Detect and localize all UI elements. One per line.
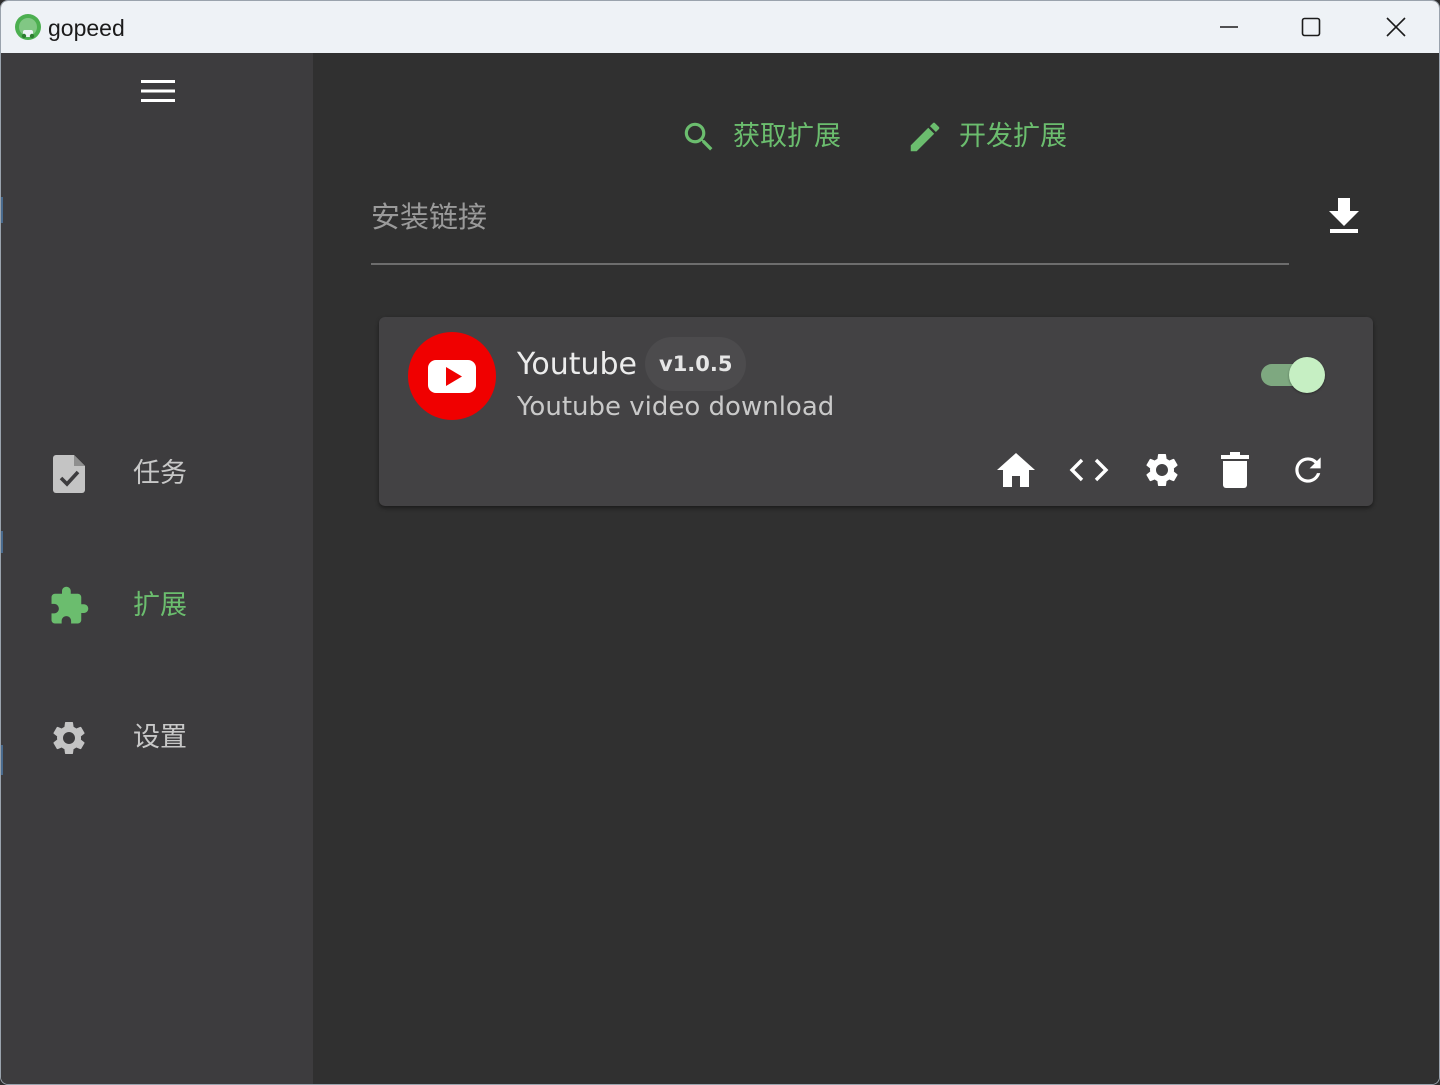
develop-extension-button[interactable]: 开发扩展	[905, 115, 1067, 159]
extension-description: Youtube video download	[517, 392, 835, 422]
extension-version-badge: v1.0.5	[645, 337, 747, 391]
extension-enable-toggle[interactable]	[1259, 355, 1327, 395]
install-link-underline	[371, 263, 1289, 265]
gear-icon	[47, 718, 91, 758]
extension-card: Youtube v1.0.5 Youtube video download	[379, 317, 1373, 506]
minimize-button[interactable]	[1188, 1, 1270, 53]
edge-mark	[1, 745, 3, 775]
close-icon	[1386, 17, 1406, 37]
menu-button[interactable]	[125, 71, 191, 111]
minimize-icon	[1220, 26, 1238, 28]
sidebar-item-task[interactable]: 任务	[29, 442, 289, 506]
extension-settings-button[interactable]	[1138, 447, 1186, 493]
app-title: gopeed	[48, 15, 125, 41]
gear-icon	[1146, 454, 1178, 486]
extension-refresh-button[interactable]	[1284, 447, 1332, 493]
maximize-icon	[1301, 17, 1321, 37]
app-window: gopeed 任务 扩展 设置 获取扩展 开发扩展 安装链接 Youtube v…	[0, 0, 1440, 1085]
sidebar: 任务 扩展 设置	[1, 53, 313, 1084]
title-bar: gopeed	[1, 1, 1439, 53]
pencil-icon	[905, 117, 945, 157]
trash-icon	[1221, 452, 1249, 488]
main-content: 获取扩展 开发扩展 安装链接 Youtube v1.0.5 Youtube vi…	[313, 53, 1439, 1084]
extension-home-button[interactable]	[992, 447, 1040, 493]
sidebar-item-label: 设置	[133, 722, 187, 753]
code-icon	[1069, 458, 1109, 482]
sidebar-item-label: 扩展	[133, 590, 187, 621]
extension-code-button[interactable]	[1065, 447, 1113, 493]
install-link-input[interactable]	[371, 189, 1289, 245]
maximize-button[interactable]	[1270, 1, 1352, 53]
search-icon	[679, 117, 719, 157]
hamburger-menu-icon	[141, 80, 175, 102]
puzzle-extension-icon	[47, 586, 91, 626]
sidebar-item-settings[interactable]: 设置	[29, 706, 289, 770]
get-extension-label: 获取扩展	[733, 121, 841, 152]
edge-mark	[1, 197, 3, 223]
install-link-field	[371, 181, 1289, 265]
edge-mark	[1, 531, 3, 553]
sidebar-item-extension[interactable]: 扩展	[29, 574, 289, 638]
home-icon	[997, 453, 1035, 487]
gopeed-logo-icon	[15, 14, 41, 40]
develop-extension-label: 开发扩展	[959, 121, 1067, 152]
toggle-thumb	[1289, 357, 1325, 393]
close-button[interactable]	[1355, 1, 1437, 53]
task-file-check-icon	[47, 454, 91, 494]
refresh-icon	[1295, 457, 1321, 483]
youtube-logo-icon	[408, 332, 496, 420]
extension-name: Youtube	[517, 347, 637, 382]
get-extension-button[interactable]: 获取扩展	[679, 115, 841, 159]
download-icon	[1329, 198, 1359, 233]
sidebar-item-label: 任务	[133, 458, 187, 489]
install-button[interactable]	[1319, 191, 1369, 241]
extension-delete-button[interactable]	[1211, 447, 1259, 493]
